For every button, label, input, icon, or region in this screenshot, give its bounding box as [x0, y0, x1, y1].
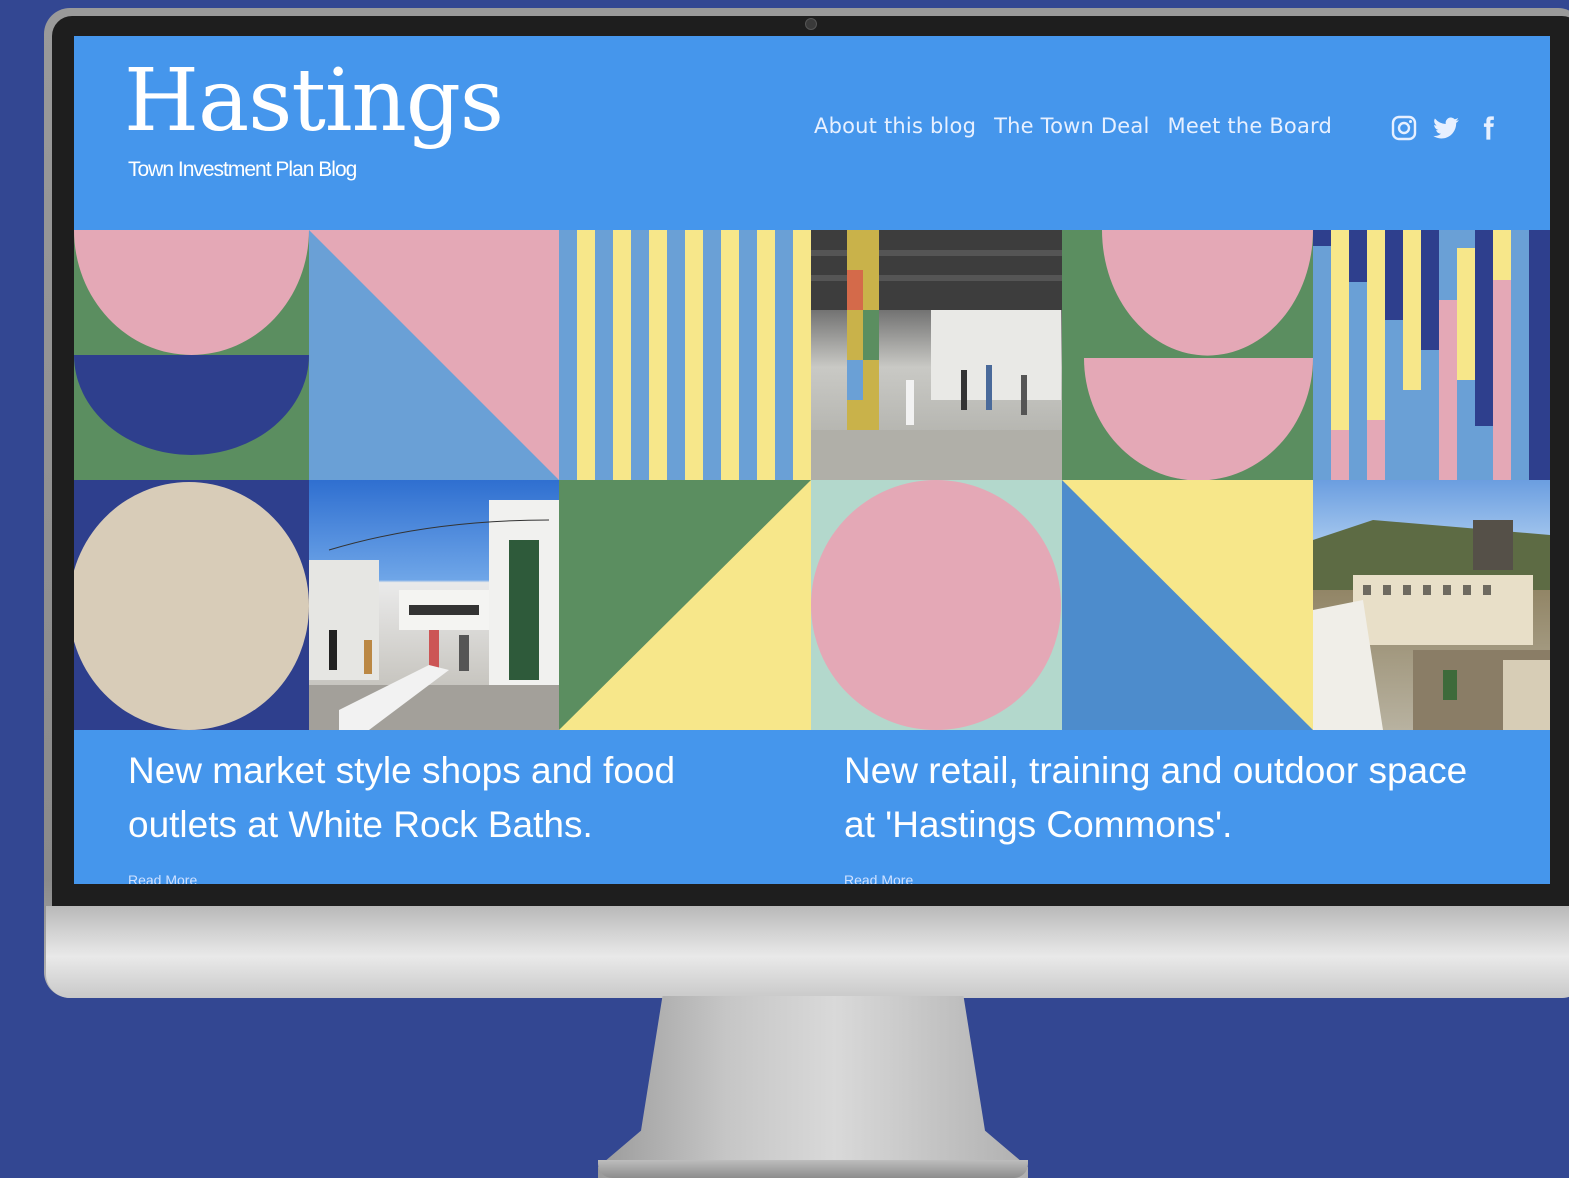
monitor-stand-base	[598, 1160, 1028, 1178]
pattern-tile-triangle-green	[559, 480, 811, 730]
nav-meet-the-board[interactable]: Meet the Board	[1168, 114, 1333, 138]
post-title-white-rock-baths[interactable]: New market style shops and food outlets …	[128, 744, 768, 852]
monitor-stand	[598, 996, 1028, 1178]
instagram-icon[interactable]	[1390, 114, 1418, 142]
site-subtitle: Town Investment Plan Blog	[128, 158, 357, 181]
main-nav: About this blog The Town Deal Meet the B…	[814, 114, 1332, 138]
read-more-link[interactable]: Read More	[128, 872, 197, 884]
read-more-link[interactable]: Read More	[844, 872, 913, 884]
facebook-icon[interactable]	[1474, 114, 1502, 142]
monitor-chin	[46, 906, 1569, 998]
pattern-tile-semicircles	[74, 230, 309, 480]
pattern-tile-bars	[1313, 230, 1550, 480]
pattern-tile-semicircles-2	[1062, 230, 1313, 480]
pattern-tile-diagonal	[309, 230, 559, 480]
twitter-icon[interactable]	[1432, 114, 1460, 142]
website-screen: Hastings Town Investment Plan Blog About…	[74, 36, 1550, 884]
social-links	[1390, 114, 1502, 142]
pattern-tile-stripes	[559, 230, 811, 480]
post-title-hastings-commons[interactable]: New retail, training and outdoor space a…	[844, 744, 1484, 852]
hero-mosaic	[74, 230, 1550, 730]
photo-hastings-town-view	[1313, 480, 1550, 730]
photo-white-rock-baths	[309, 480, 559, 730]
pattern-tile-circle-pink	[811, 480, 1062, 730]
photo-hastings-commons-arcade	[811, 230, 1062, 480]
pattern-tile-diagonal-blue	[1062, 480, 1313, 730]
pattern-tile-circle-beige	[74, 480, 309, 730]
nav-about-this-blog[interactable]: About this blog	[814, 114, 976, 138]
webcam	[805, 18, 817, 30]
nav-the-town-deal[interactable]: The Town Deal	[994, 114, 1149, 138]
site-title[interactable]: Hastings	[124, 58, 504, 144]
